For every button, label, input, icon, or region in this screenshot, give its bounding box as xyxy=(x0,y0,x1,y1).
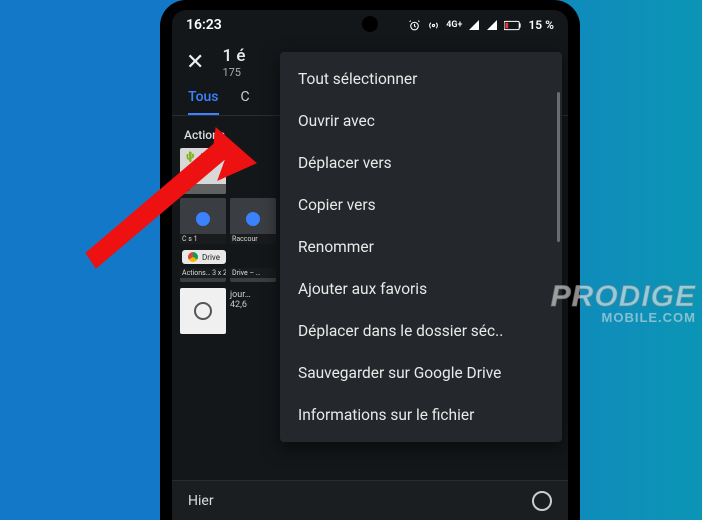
bottom-bar: Hier xyxy=(172,480,568,520)
tab-all[interactable]: Tous xyxy=(188,89,219,115)
signal-icon-2 xyxy=(486,19,498,31)
menu-move-to[interactable]: Déplacer vers xyxy=(280,142,562,184)
menu-rename[interactable]: Renommer xyxy=(280,226,562,268)
selection-subtext: 175 xyxy=(222,66,245,79)
status-time: 16:23 xyxy=(186,17,222,33)
menu-select-all[interactable]: Tout sélectionner xyxy=(280,58,562,100)
alarm-icon xyxy=(408,19,421,32)
screen: 16:23 4G+ 15 % ✕ 1 é 175 Tous C xyxy=(172,10,568,520)
thumb-caption: Raccour xyxy=(230,234,276,244)
close-icon[interactable]: ✕ xyxy=(182,46,208,79)
thumbnail[interactable]: Raccour xyxy=(230,198,276,244)
thumb-caption: Drive – … xyxy=(230,268,276,278)
menu-save-gdrive[interactable]: Sauvegarder sur Google Drive xyxy=(280,352,562,394)
thumbnail-small[interactable]: Actions… 3 x 2 xyxy=(180,268,226,282)
phone-frame: 16:23 4G+ 15 % ✕ 1 é 175 Tous C xyxy=(160,0,580,520)
thumbnail-small[interactable]: Drive – … xyxy=(230,268,276,282)
hotspot-icon xyxy=(427,19,440,32)
drive-icon xyxy=(188,252,198,262)
thumbnail[interactable]: C s 1 xyxy=(180,198,226,244)
drive-label: Drive xyxy=(202,253,220,262)
select-ring-icon xyxy=(194,302,212,320)
file-name: jour… xyxy=(230,290,251,300)
status-bar: 16:23 4G+ 15 % xyxy=(172,10,568,40)
menu-file-info[interactable]: Informations sur le fichier xyxy=(280,394,562,436)
menu-open-with[interactable]: Ouvrir avec xyxy=(280,100,562,142)
status-battery: 15 % xyxy=(528,18,554,32)
camera-notch xyxy=(362,16,378,32)
menu-copy-to[interactable]: Copier vers xyxy=(280,184,562,226)
file-size: 42,6 xyxy=(230,300,251,310)
section-hier: Hier xyxy=(188,493,214,509)
menu-scrollbar[interactable] xyxy=(557,92,560,242)
thumb-caption: Actions… 3 x 2 xyxy=(180,268,226,278)
select-all-ring-icon[interactable] xyxy=(532,491,552,511)
thumb-caption: 15 xyxy=(180,184,226,194)
person-icon xyxy=(196,212,210,226)
battery-icon xyxy=(504,20,522,31)
status-net: 4G+ xyxy=(446,20,462,30)
person-icon xyxy=(246,212,260,226)
file-thumbnail[interactable] xyxy=(180,288,226,334)
menu-add-favorite[interactable]: Ajouter aux favoris xyxy=(280,268,562,310)
signal-icon xyxy=(468,19,480,31)
thumb-caption: C s 1 xyxy=(180,234,226,244)
selection-count: 1 é xyxy=(222,46,245,66)
tab-other[interactable]: C xyxy=(241,89,250,115)
drive-chip[interactable]: Drive xyxy=(182,250,226,264)
menu-move-secure[interactable]: Déplacer dans le dossier séc.. xyxy=(280,310,562,352)
context-menu: Tout sélectionner Ouvrir avec Déplacer v… xyxy=(280,52,562,442)
thumbnail[interactable]: 🌵 ⚙ 15 xyxy=(180,148,226,194)
